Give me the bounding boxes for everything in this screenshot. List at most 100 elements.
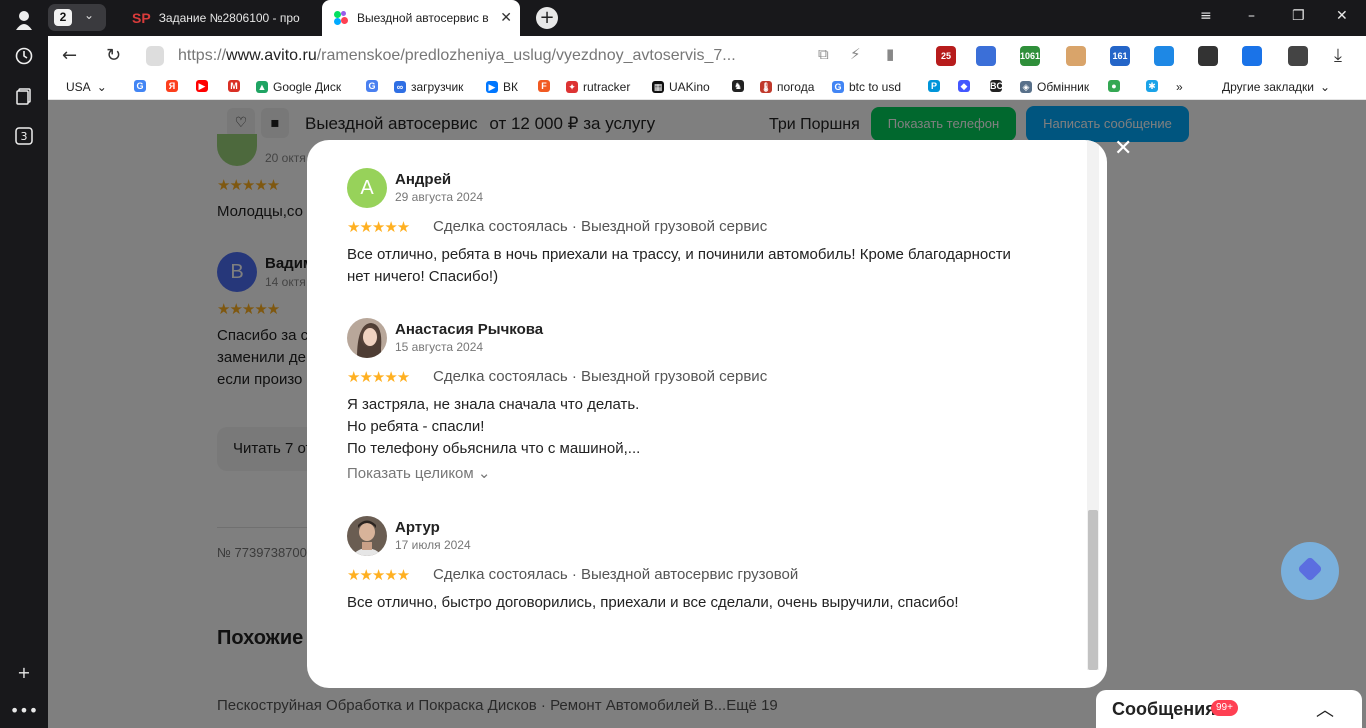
lock-icon[interactable] bbox=[146, 46, 164, 66]
add-panel-icon[interactable]: + bbox=[12, 660, 36, 684]
bookmark-favicon-icon: F bbox=[538, 80, 550, 92]
bookmark-item[interactable]: ▦ UAKino bbox=[652, 80, 710, 94]
reviewer-name[interactable]: Анастасия Рычкова bbox=[395, 321, 543, 338]
review-text-line: Но ребята - спасли! bbox=[347, 418, 485, 435]
bookmark-label: погода bbox=[777, 80, 815, 94]
bookmark-label: UAKino bbox=[669, 80, 710, 94]
extension-icon[interactable] bbox=[1288, 46, 1308, 66]
reviewer-name[interactable]: Артур bbox=[395, 519, 440, 536]
close-window-icon[interactable]: ✕ bbox=[1336, 8, 1348, 24]
bookmark-item[interactable]: ✱ bbox=[1146, 80, 1163, 92]
downloads-icon[interactable]: ⤓ bbox=[1334, 45, 1342, 66]
bookmark-label: Обмінник bbox=[1037, 80, 1090, 94]
bookmark-item[interactable]: ♞ bbox=[732, 80, 749, 92]
bookmark-favicon-icon: P bbox=[928, 80, 940, 92]
bookmark-label: Другие закладки bbox=[1222, 80, 1314, 94]
bookmark-item[interactable]: USA ⌄ bbox=[66, 80, 107, 94]
address-bar-row: ← ↻ https://www.avito.ru/ramenskoe/predl… bbox=[48, 36, 1366, 76]
extension-icon[interactable]: 161 bbox=[1110, 46, 1130, 66]
bookmark-favicon-icon: ▲ bbox=[256, 81, 268, 93]
bookmark-item[interactable]: Я bbox=[166, 80, 183, 92]
scrollbar-thumb[interactable] bbox=[1088, 510, 1098, 670]
review-meta: Сделка состоялась · Выездной грузовой се… bbox=[433, 218, 768, 235]
bookmark-item[interactable]: ▶ bbox=[196, 80, 213, 92]
review-text-line: По телефону обьяснила что с машиной,... bbox=[347, 440, 641, 457]
url-field[interactable]: https://www.avito.ru/ramenskoe/predlozhe… bbox=[178, 47, 736, 65]
bookmark-favicon-icon: G bbox=[366, 80, 378, 92]
chevron-down-icon: ⌄ bbox=[84, 8, 95, 22]
minimize-icon[interactable]: – bbox=[1248, 8, 1255, 24]
protect-icon[interactable]: ⚡ bbox=[850, 45, 861, 63]
bookmark-icon[interactable]: ▮ bbox=[886, 45, 894, 63]
bookmark-item[interactable]: ▶ ВК bbox=[486, 80, 518, 94]
bookmark-label: btc to usd bbox=[849, 80, 902, 94]
extension-icon[interactable]: 25 bbox=[936, 46, 956, 66]
avatar: А bbox=[347, 168, 387, 208]
extension-icon[interactable] bbox=[1154, 46, 1174, 66]
extension-icon[interactable] bbox=[976, 46, 996, 66]
bookmark-item[interactable]: G bbox=[366, 80, 383, 92]
tab-count-3-icon[interactable]: 3 bbox=[12, 124, 36, 148]
collections-icon[interactable] bbox=[12, 84, 36, 108]
bookmark-favicon-icon: M bbox=[228, 80, 240, 92]
history-icon[interactable] bbox=[12, 44, 36, 68]
restore-icon[interactable]: ❐ bbox=[1292, 8, 1305, 24]
messages-panel[interactable]: Сообщения 99+ ︿ bbox=[1096, 690, 1362, 728]
review-text-line: нет ничего! Спасибо!) bbox=[347, 268, 499, 285]
close-tab-icon[interactable]: ✕ bbox=[500, 9, 512, 26]
bookmark-favicon-icon: ▦ bbox=[652, 81, 664, 93]
extension-icon[interactable] bbox=[1066, 46, 1086, 66]
review-date: 15 августа 2024 bbox=[395, 340, 484, 354]
tab-task[interactable]: SP Задание №2806100 - про bbox=[120, 0, 320, 36]
bookmark-item[interactable]: Другие закладки ⌄ bbox=[1222, 80, 1330, 94]
bookmark-label: Google Диск bbox=[273, 80, 342, 94]
tab-avito-active[interactable]: Выездной автосервис в ✕ bbox=[322, 0, 520, 36]
bookmark-item[interactable]: BC bbox=[990, 80, 1007, 92]
bookmark-favicon-icon: ◈ bbox=[1020, 81, 1032, 93]
review-item: Артур 17 июля 2024 ★★★★★ Сделка состояла… bbox=[347, 516, 1047, 626]
bookmark-item[interactable]: ✦ rutracker bbox=[566, 80, 630, 94]
bookmark-item[interactable]: ● bbox=[1108, 80, 1125, 92]
bookmark-item[interactable]: Gbtc to usd bbox=[832, 80, 901, 94]
assistant-icon[interactable] bbox=[1281, 542, 1339, 600]
review-text: Все отлично, быстро договорились, приеха… bbox=[347, 592, 1047, 614]
review-item: А Андрей 29 августа 2024 ★★★★★ Сделка со… bbox=[347, 168, 1047, 298]
profile-icon[interactable] bbox=[12, 8, 36, 32]
bookmark-favicon-icon: BC bbox=[990, 80, 1003, 92]
back-icon[interactable]: ← bbox=[62, 45, 77, 66]
bookmark-item[interactable]: ◈ Обмінник bbox=[1020, 80, 1089, 94]
bookmark-item[interactable]: P bbox=[928, 80, 945, 92]
tab-group-counter[interactable]: 2 ⌄ bbox=[48, 4, 106, 31]
bookmark-item[interactable]: G bbox=[134, 80, 151, 92]
chevron-up-icon[interactable]: ︿ bbox=[1316, 696, 1334, 722]
url-path: /ramenskoe/predlozheniya_uslug/vyezdnoy_… bbox=[316, 47, 736, 64]
bookmark-item[interactable]: M bbox=[228, 80, 245, 92]
tab-title: Задание №2806100 - про bbox=[158, 11, 300, 25]
new-tab-icon[interactable]: + bbox=[536, 7, 558, 29]
avito-favicon-icon bbox=[334, 11, 348, 25]
bookmark-item[interactable]: F bbox=[538, 80, 555, 92]
more-icon[interactable]: ••• bbox=[10, 698, 38, 722]
reload-icon[interactable]: ↻ bbox=[106, 45, 121, 66]
menu-icon[interactable]: ≡ bbox=[1200, 8, 1212, 24]
url-domain: www.avito.ru bbox=[226, 47, 317, 64]
bookmark-item[interactable]: ∞ загрузчик bbox=[394, 80, 463, 94]
reviewer-name[interactable]: Андрей bbox=[395, 171, 451, 188]
show-full-link[interactable]: Показать целиком ⌄ bbox=[347, 464, 490, 482]
bookmark-item[interactable]: 🌡 погода bbox=[760, 80, 814, 94]
extension-icon[interactable] bbox=[1198, 46, 1218, 66]
bookmark-item[interactable]: ◆ bbox=[958, 80, 975, 92]
review-text: Все отлично, ребята в ночь приехали на т… bbox=[347, 244, 1047, 288]
review-date: 17 июля 2024 bbox=[395, 538, 471, 552]
bookmark-item[interactable]: » bbox=[1176, 80, 1183, 94]
translate-icon[interactable]: ⧉ bbox=[818, 45, 829, 63]
bookmark-item[interactable]: ▲ Google Диск bbox=[256, 80, 341, 94]
extension-icon[interactable] bbox=[1242, 46, 1262, 66]
tab-strip: 2 ⌄ SP Задание №2806100 - про Выездной а… bbox=[48, 0, 1366, 36]
bookmark-favicon-icon: Я bbox=[166, 80, 178, 92]
bookmark-label: загрузчик bbox=[411, 80, 464, 94]
close-modal-icon[interactable]: ✕ bbox=[1114, 136, 1132, 161]
chevron-down-icon: ⌄ bbox=[1319, 80, 1331, 94]
bookmark-favicon-icon: ● bbox=[1108, 80, 1120, 92]
extension-icon[interactable]: 10615 bbox=[1020, 46, 1045, 66]
